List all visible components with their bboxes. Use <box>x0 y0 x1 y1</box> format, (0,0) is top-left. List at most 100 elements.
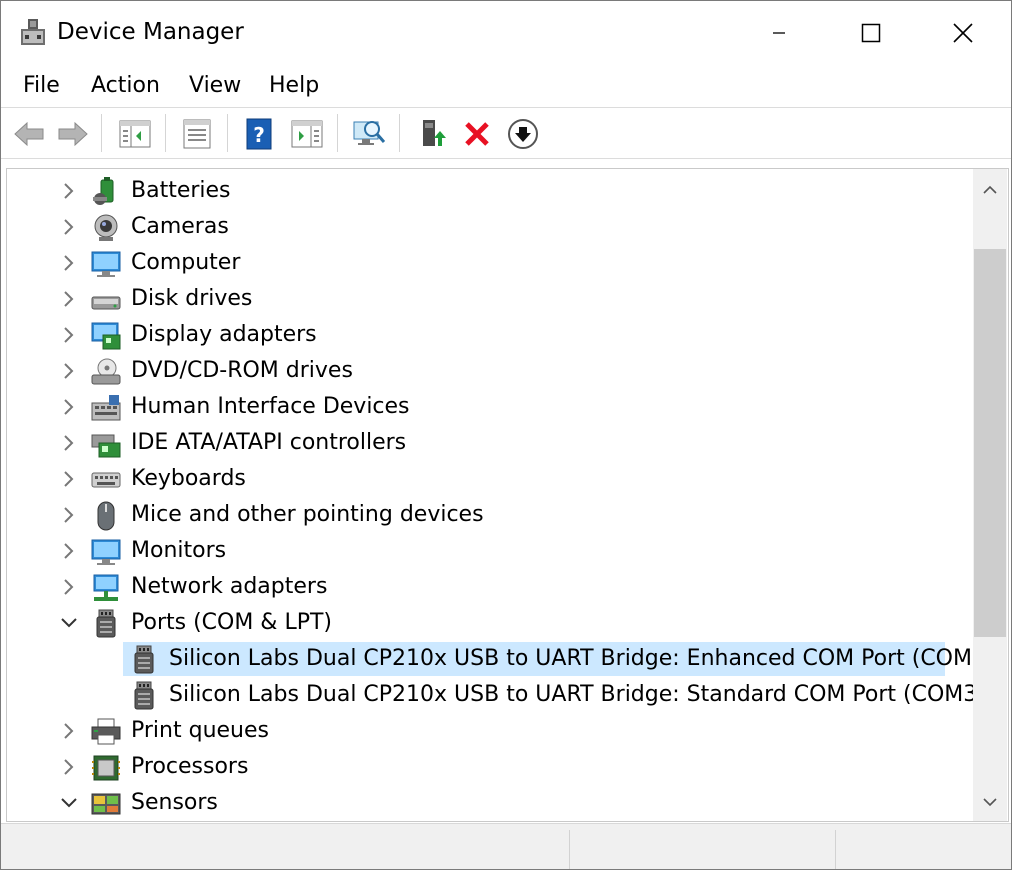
tree-device-label: Silicon Labs Dual CP210x USB to UART Bri… <box>169 682 986 707</box>
tree-category-row[interactable]: Processors <box>7 750 973 784</box>
tree-category-row[interactable]: Print queues <box>7 714 973 748</box>
minimize-button[interactable] <box>733 1 825 65</box>
scrollbar-thumb[interactable] <box>974 249 1006 637</box>
tree-category-row[interactable]: Human Interface Devices <box>7 390 973 424</box>
chevron-right-icon <box>64 579 74 595</box>
chevron-right-icon <box>64 399 74 415</box>
menu-action[interactable]: Action <box>91 73 160 98</box>
tree-item-label: Network adapters <box>131 574 328 599</box>
tree-device-label: Silicon Labs Dual CP210x USB to UART Bri… <box>169 646 995 671</box>
expand-toggle[interactable] <box>59 289 79 309</box>
device-manager-window: Device Manager File Action View Help ? B… <box>0 0 1012 870</box>
tree-item-label: Display adapters <box>131 322 317 347</box>
forward-button[interactable] <box>55 116 91 152</box>
dvd-drive-icon <box>91 357 121 387</box>
vertical-scrollbar[interactable] <box>973 169 1007 821</box>
expand-toggle[interactable] <box>59 721 79 741</box>
tree-category-row[interactable]: IDE ATA/ATAPI controllers <box>7 426 973 460</box>
chevron-right-icon <box>64 363 74 379</box>
tree-item-label: IDE ATA/ATAPI controllers <box>131 430 407 455</box>
uninstall-device-button[interactable] <box>459 116 495 152</box>
update-driver-button[interactable] <box>415 116 451 152</box>
title-bar[interactable]: Device Manager <box>1 1 1011 65</box>
show-hide-console-tree-button[interactable] <box>117 116 153 152</box>
chevron-right-icon <box>64 471 74 487</box>
scroll-up-button[interactable] <box>973 173 1007 207</box>
tree-category-row[interactable]: Disk drives <box>7 282 973 316</box>
maximize-icon <box>861 23 881 43</box>
tree-device-row[interactable]: Silicon Labs Dual CP210x USB to UART Bri… <box>7 678 986 712</box>
expand-toggle[interactable] <box>59 325 79 345</box>
tree-item-label: Mice and other pointing devices <box>131 502 484 527</box>
tree-category-row[interactable]: DVD/CD-ROM drives <box>7 354 973 388</box>
tree-item-label: Sensors <box>131 790 218 815</box>
battery-icon <box>91 177 121 207</box>
toolbar: ? <box>1 107 1011 159</box>
expand-toggle[interactable] <box>59 469 79 489</box>
tree-item-label: Ports (COM & LPT) <box>131 610 332 635</box>
chevron-right-icon <box>64 759 74 775</box>
computer-icon <box>91 249 121 279</box>
expand-toggle[interactable] <box>59 757 79 777</box>
menu-help[interactable]: Help <box>269 73 319 98</box>
chevron-right-icon <box>64 435 74 451</box>
tree-item-label: Keyboards <box>131 466 246 491</box>
tree-item-label: Processors <box>131 754 249 779</box>
tree-category-row[interactable]: Cameras <box>7 210 973 244</box>
scroll-down-button[interactable] <box>973 785 1007 819</box>
tree-category-row[interactable]: Ports (COM & LPT) <box>7 606 973 640</box>
chevron-down-icon <box>61 618 77 628</box>
expand-toggle[interactable] <box>59 361 79 381</box>
camera-icon <box>91 213 121 243</box>
expand-toggle[interactable] <box>59 181 79 201</box>
network-adapter-icon <box>91 573 121 603</box>
close-button[interactable] <box>917 1 1009 65</box>
expand-toggle[interactable] <box>59 505 79 525</box>
disable-device-icon <box>508 119 538 149</box>
scan-hardware-icon <box>353 121 386 145</box>
expand-toggle[interactable] <box>59 433 79 453</box>
disk-drive-icon <box>91 285 121 315</box>
keyboard-icon <box>91 465 121 495</box>
tree-category-row[interactable]: Computer <box>7 246 973 280</box>
forward-arrow-icon <box>58 121 88 147</box>
properties-icon <box>183 119 211 149</box>
tree-item-label: Computer <box>131 250 241 275</box>
maximize-button[interactable] <box>825 1 917 65</box>
tree-category-row[interactable]: Sensors <box>7 786 973 820</box>
menu-file[interactable]: File <box>23 73 60 98</box>
chevron-right-icon <box>64 723 74 739</box>
tree-category-row[interactable]: Network adapters <box>7 570 973 604</box>
properties-button[interactable] <box>179 116 215 152</box>
tree-item-label: Batteries <box>131 178 231 203</box>
chevron-right-icon <box>64 255 74 271</box>
back-button[interactable] <box>11 116 47 152</box>
port-icon <box>129 681 159 711</box>
expand-toggle[interactable] <box>59 217 79 237</box>
printer-icon <box>91 717 121 747</box>
disable-device-button[interactable] <box>505 116 541 152</box>
menu-bar: File Action View Help <box>1 67 1011 107</box>
help-button[interactable]: ? <box>241 116 277 152</box>
expand-toggle[interactable] <box>59 577 79 597</box>
processor-icon <box>91 753 121 783</box>
menu-view[interactable]: View <box>189 73 241 98</box>
tree-category-row[interactable]: Keyboards <box>7 462 973 496</box>
scan-hardware-button[interactable] <box>351 116 387 152</box>
tree-category-row[interactable]: Monitors <box>7 534 973 568</box>
device-tree[interactable]: Batteries Cameras Computer Disk drives Displ… <box>6 168 1009 822</box>
uninstall-device-icon <box>465 122 489 146</box>
device-manager-icon <box>21 19 45 45</box>
collapse-toggle[interactable] <box>59 793 79 813</box>
chevron-right-icon <box>64 327 74 343</box>
show-hide-action-pane-button[interactable] <box>289 116 325 152</box>
chevron-right-icon <box>64 291 74 307</box>
tree-category-row[interactable]: Mice and other pointing devices <box>7 498 973 532</box>
expand-toggle[interactable] <box>59 397 79 417</box>
tree-category-row[interactable]: Display adapters <box>7 318 973 352</box>
tree-device-row[interactable]: Silicon Labs Dual CP210x USB to UART Bri… <box>7 642 995 676</box>
expand-toggle[interactable] <box>59 541 79 561</box>
collapse-toggle[interactable] <box>59 613 79 633</box>
tree-category-row[interactable]: Batteries <box>7 174 973 208</box>
expand-toggle[interactable] <box>59 253 79 273</box>
